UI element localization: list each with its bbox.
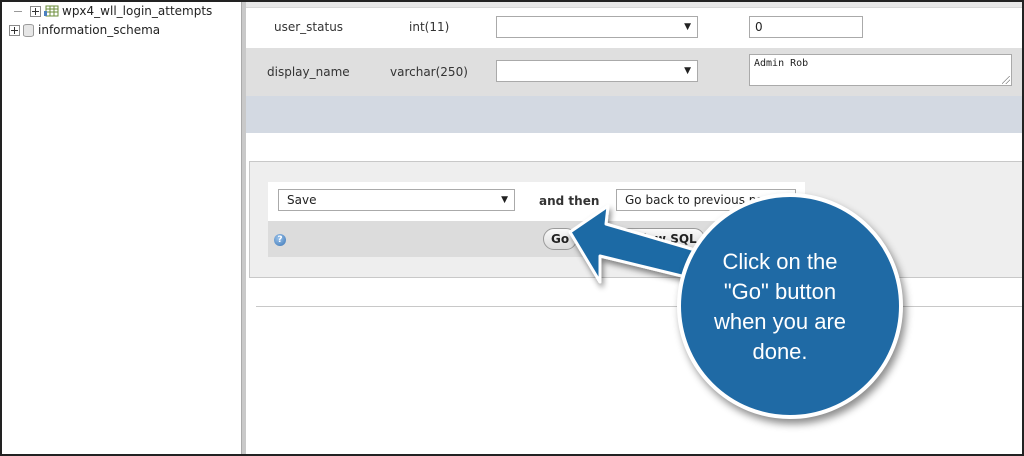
- help-icon[interactable]: ?: [274, 234, 286, 246]
- callout-line: when you are: [713, 309, 847, 334]
- tree-item-label[interactable]: information_schema: [38, 23, 160, 37]
- callout-text: Click on the "Go" button when you are do…: [690, 247, 870, 367]
- expand-icon[interactable]: [30, 5, 41, 17]
- chevron-down-icon: ▼: [684, 66, 691, 76]
- table-footer-row: [246, 96, 1022, 133]
- column-name: display_name: [267, 65, 350, 79]
- database-icon: [23, 23, 34, 37]
- table-row: user_status int(11) ▼ 0: [246, 8, 1022, 48]
- chevron-down-icon: ▼: [501, 195, 508, 205]
- tree-connector: [14, 11, 22, 12]
- top-strip: [246, 0, 1022, 8]
- callout-line: done.: [752, 339, 808, 364]
- value-textarea-text: Admin Rob: [754, 58, 809, 69]
- column-name: user_status: [274, 20, 344, 34]
- action-select-value: Save: [287, 193, 317, 207]
- column-type: int(11): [409, 20, 450, 34]
- value-input[interactable]: 0: [749, 16, 863, 38]
- navigation-panel: wpx4_wll_login_attempts information_sche…: [0, 0, 241, 456]
- value-input-text: 0: [755, 20, 763, 34]
- tree-item-label[interactable]: wpx4_wll_login_attempts: [62, 4, 212, 18]
- value-textarea[interactable]: Admin Rob: [749, 54, 1012, 86]
- table-icon: [44, 5, 59, 17]
- function-select[interactable]: ▼: [496, 60, 698, 82]
- expand-icon[interactable]: [9, 24, 20, 36]
- callout-line: "Go" button: [723, 279, 837, 304]
- callout-line: Click on the: [722, 249, 838, 274]
- table-row: display_name varchar(250) ▼ Admin Rob: [246, 48, 1022, 96]
- tree-item-table[interactable]: wpx4_wll_login_attempts: [30, 2, 212, 20]
- column-type: varchar(250): [390, 65, 468, 79]
- function-select[interactable]: ▼: [496, 16, 698, 38]
- resize-grip-icon[interactable]: [1002, 76, 1010, 84]
- tree-item-database[interactable]: information_schema: [9, 21, 160, 39]
- action-select[interactable]: Save ▼: [278, 189, 515, 211]
- chevron-down-icon: ▼: [684, 22, 691, 32]
